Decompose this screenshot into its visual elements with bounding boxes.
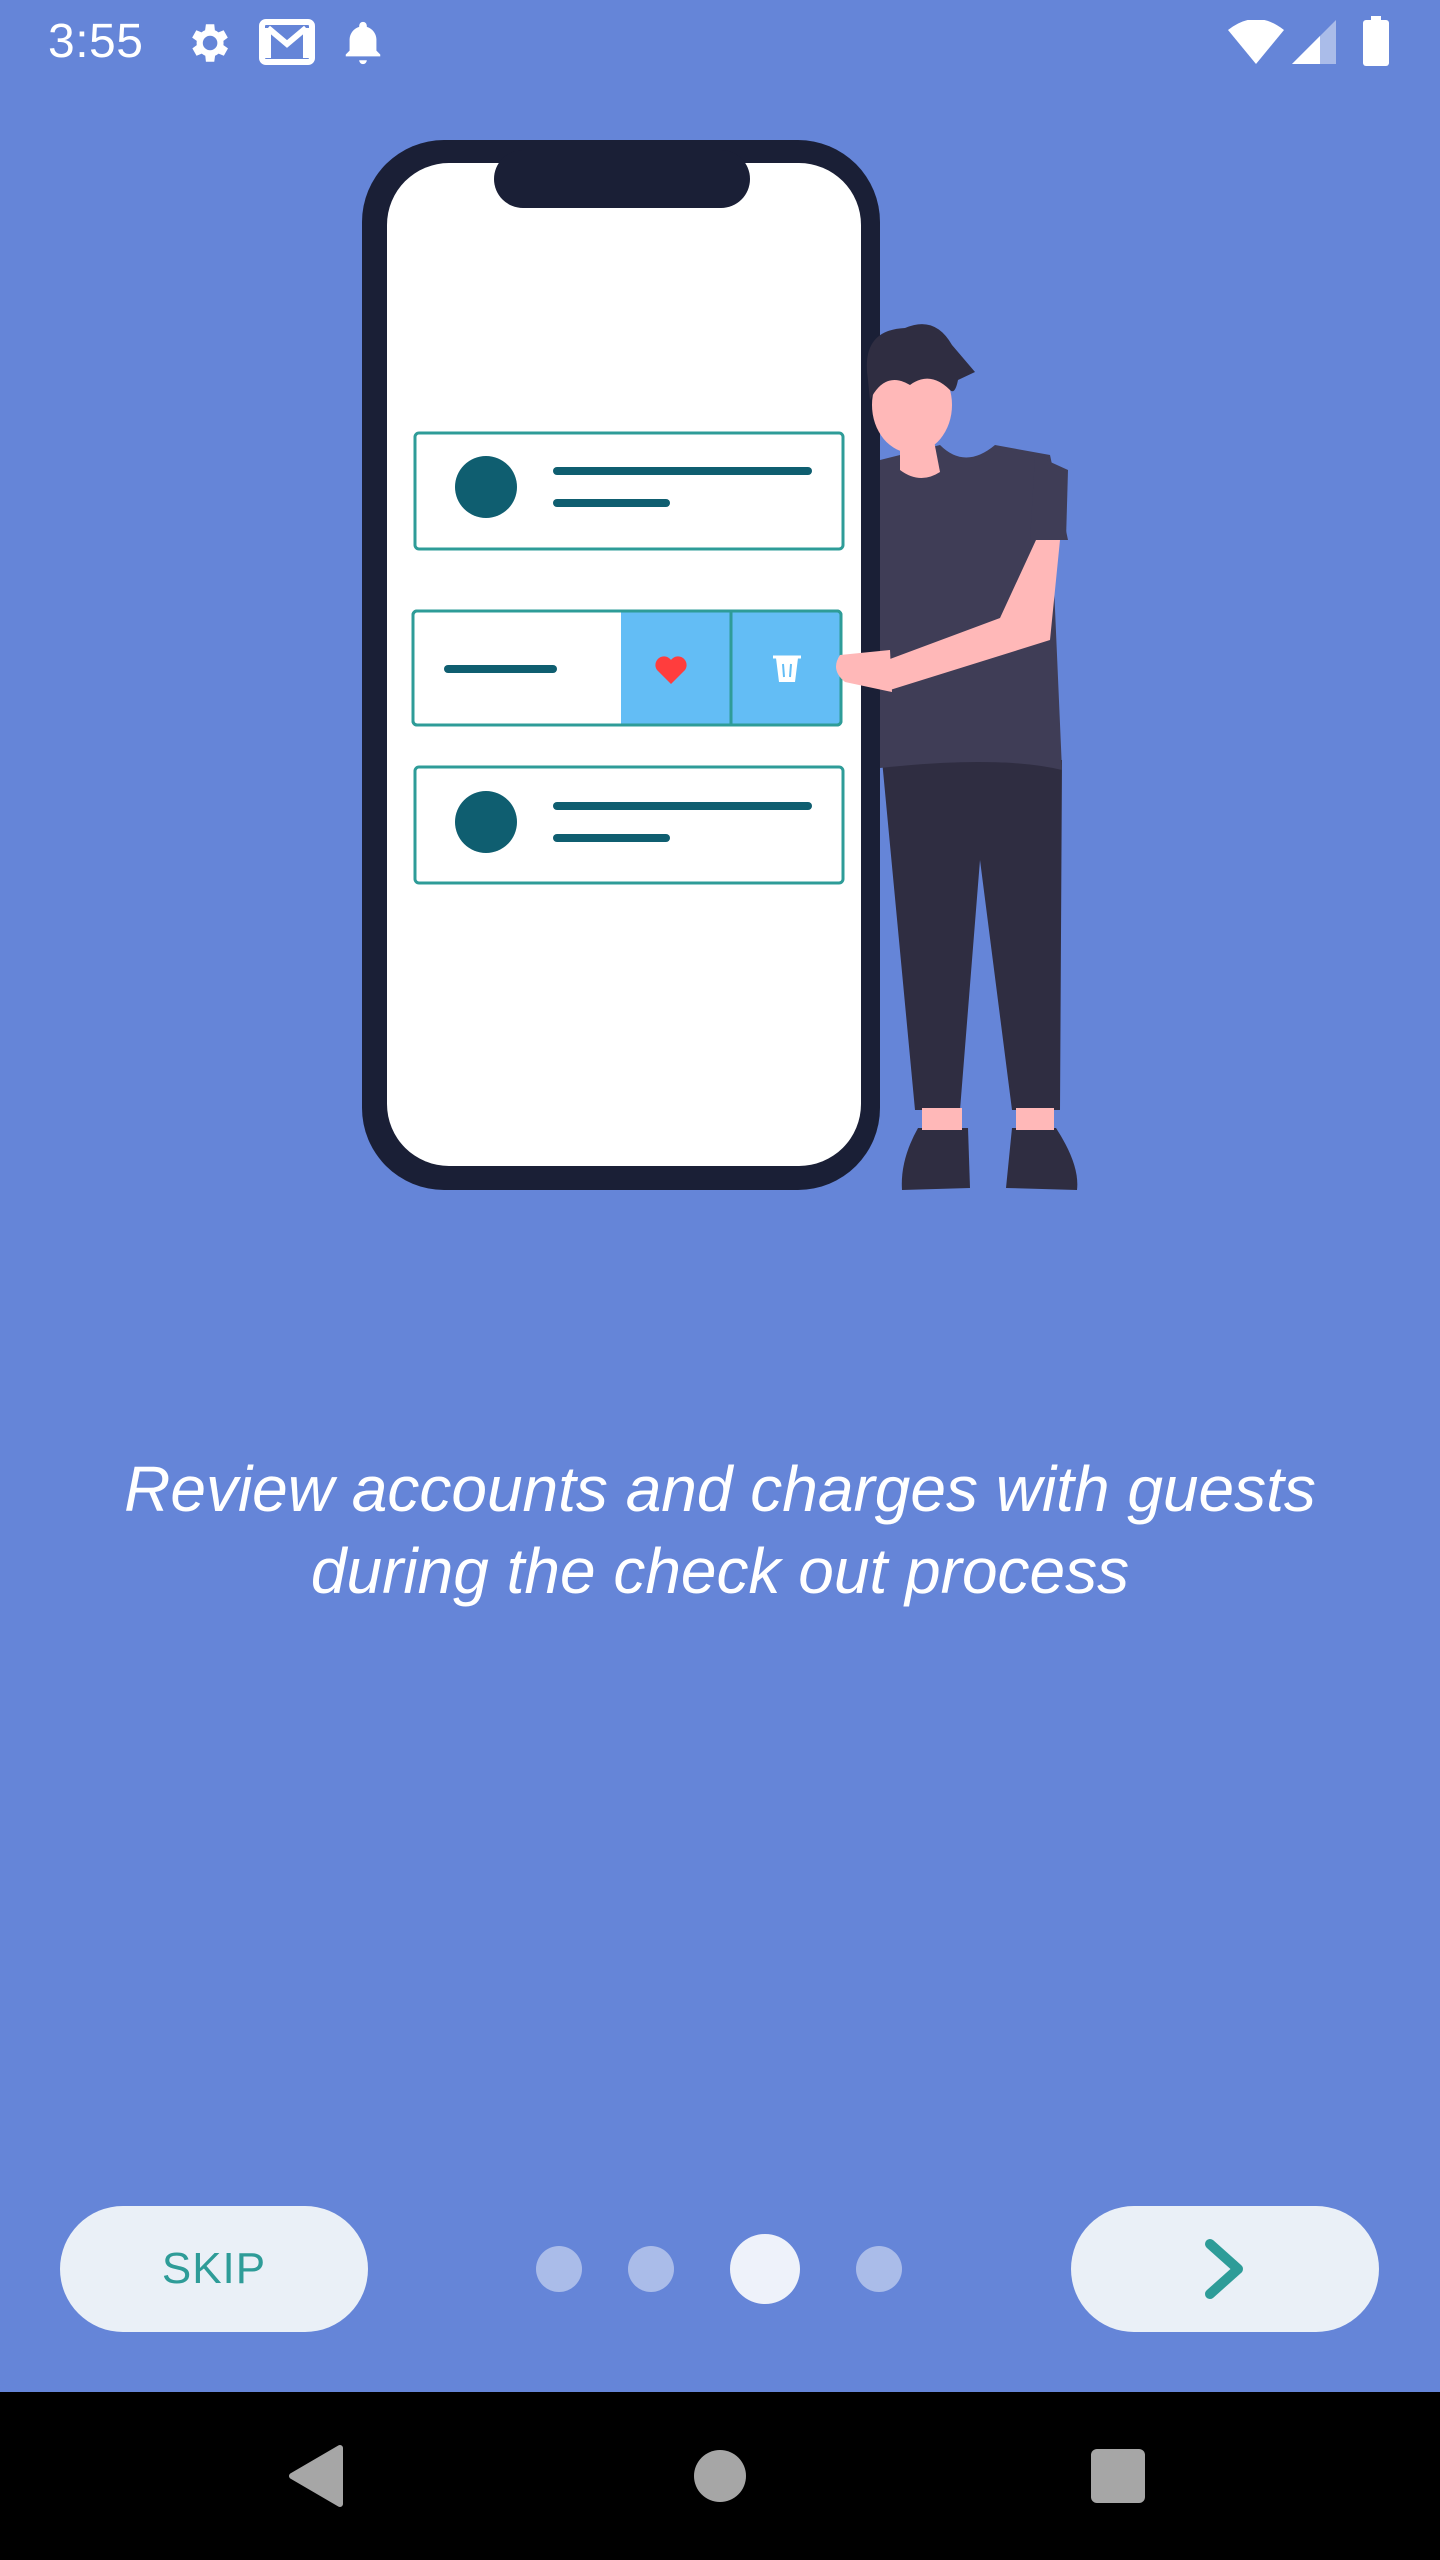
skip-button[interactable]: SKIP bbox=[60, 2206, 368, 2332]
next-button[interactable] bbox=[1071, 2206, 1379, 2332]
recents-square-icon[interactable] bbox=[1091, 2449, 1145, 2503]
chevron-right-icon bbox=[1205, 2239, 1243, 2299]
settings-icon bbox=[192, 24, 228, 62]
system-nav-bar bbox=[0, 2392, 1440, 2560]
page-dot-4[interactable] bbox=[856, 2246, 902, 2292]
page-dot-3-active[interactable] bbox=[730, 2234, 800, 2304]
status-bar: 3:55 bbox=[0, 0, 1440, 84]
notification-bell-icon bbox=[345, 21, 381, 65]
list-card-3 bbox=[413, 765, 845, 885]
wifi-icon bbox=[1228, 20, 1284, 64]
battery-icon bbox=[1363, 16, 1389, 66]
page-dot-2[interactable] bbox=[628, 2246, 674, 2292]
back-triangle-icon[interactable] bbox=[288, 2444, 344, 2508]
list-card-1 bbox=[413, 431, 845, 551]
status-time: 3:55 bbox=[48, 15, 144, 68]
cell-signal-icon bbox=[1292, 20, 1336, 64]
list-card-swiped bbox=[411, 609, 843, 727]
onboarding-illustration bbox=[362, 140, 1078, 1190]
page-dot-1[interactable] bbox=[536, 2246, 582, 2292]
onboarding-caption: Review accounts and charges with guests … bbox=[124, 1453, 1316, 1607]
gmail-icon bbox=[259, 19, 315, 65]
home-circle-icon[interactable] bbox=[694, 2450, 746, 2502]
